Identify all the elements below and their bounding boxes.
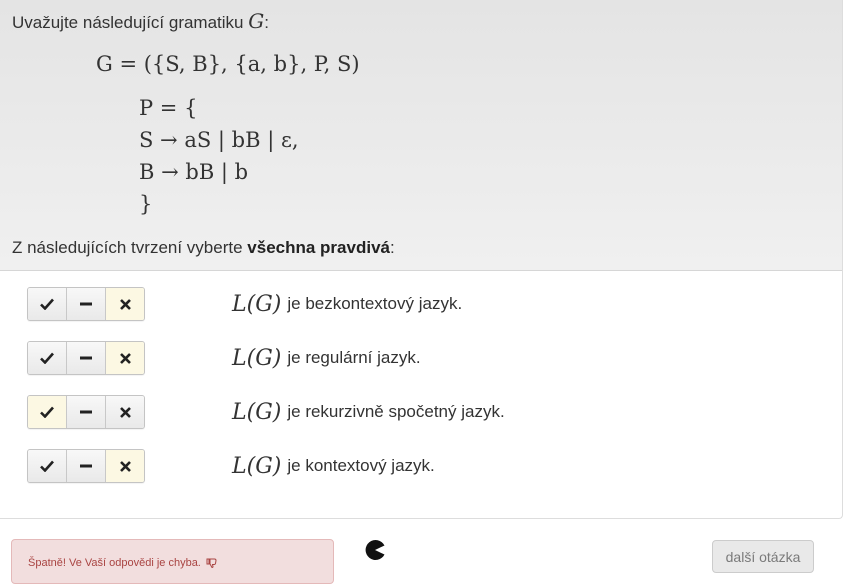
check-icon (40, 298, 54, 310)
mark-true-button[interactable] (28, 288, 67, 320)
pacman-icon (365, 540, 385, 560)
mark-false-button[interactable] (106, 342, 144, 374)
rule-s: S → aS | bB | ε, (139, 128, 299, 152)
answer-toggle-group (27, 449, 145, 483)
production-rules: P = { S → aS | bB | ε, B → bB | b } (139, 92, 299, 220)
cross-icon (119, 352, 131, 364)
answer-statement: L(G) je kontextový jazyk. (232, 453, 435, 479)
grammar-definition: G = ({S, B}, {a, b}, P, S) (96, 52, 360, 76)
mark-neutral-button[interactable] (67, 450, 106, 482)
minus-icon (80, 464, 92, 468)
mark-neutral-button[interactable] (67, 396, 106, 428)
answer-toggle-group (27, 395, 145, 429)
grammar-symbol: G (248, 9, 265, 33)
mark-true-button[interactable] (28, 396, 67, 428)
rules-close: } (139, 192, 153, 216)
answer-toggle-group (27, 287, 145, 321)
mark-true-button[interactable] (28, 342, 67, 374)
rules-open: P = { (139, 96, 198, 120)
prompt-emphasis: všechna pravdivá (247, 238, 390, 257)
answer-row: L(G) je rekurzivně spočetný jazyk. (27, 395, 827, 431)
thumbs-down-icon (206, 558, 217, 569)
mark-true-button[interactable] (28, 450, 67, 482)
answer-statement: L(G) je bezkontextový jazyk. (232, 291, 463, 317)
question-panel: Uvažujte následující gramatiku G: G = ({… (0, 0, 843, 519)
answer-toggle-group (27, 341, 145, 375)
feedback-text: Špatně! Ve Vaší odpovědi je chyba. (28, 557, 201, 569)
mark-neutral-button[interactable] (67, 288, 106, 320)
mark-false-button[interactable] (106, 396, 144, 428)
answer-row: L(G) je kontextový jazyk. (27, 449, 827, 485)
question-prompt: Z následujících tvrzení vyberte všechna … (12, 238, 395, 257)
error-feedback: Špatně! Ve Vaší odpovědi je chyba. (11, 539, 334, 584)
mark-false-button[interactable] (106, 288, 144, 320)
answer-statement: L(G) je rekurzivně spočetný jazyk. (232, 399, 505, 425)
answer-row: L(G) je bezkontextový jazyk. (27, 287, 827, 323)
answer-statement: L(G) je regulární jazyk. (232, 345, 421, 371)
rule-b: B → bB | b (139, 160, 249, 184)
mark-neutral-button[interactable] (67, 342, 106, 374)
question-intro: Uvažujte následující gramatiku G: (12, 9, 269, 33)
minus-icon (80, 302, 92, 306)
cross-icon (119, 460, 131, 472)
check-icon (40, 460, 54, 472)
minus-icon (80, 356, 92, 360)
check-icon (40, 352, 54, 364)
answer-row: L(G) je regulární jazyk. (27, 341, 827, 377)
cross-icon (119, 406, 131, 418)
mark-false-button[interactable] (106, 450, 144, 482)
next-question-button[interactable]: další otázka (712, 540, 814, 573)
check-icon (40, 406, 54, 418)
cross-icon (119, 298, 131, 310)
question-header: Uvažujte následující gramatiku G: G = ({… (0, 0, 842, 271)
minus-icon (80, 410, 92, 414)
